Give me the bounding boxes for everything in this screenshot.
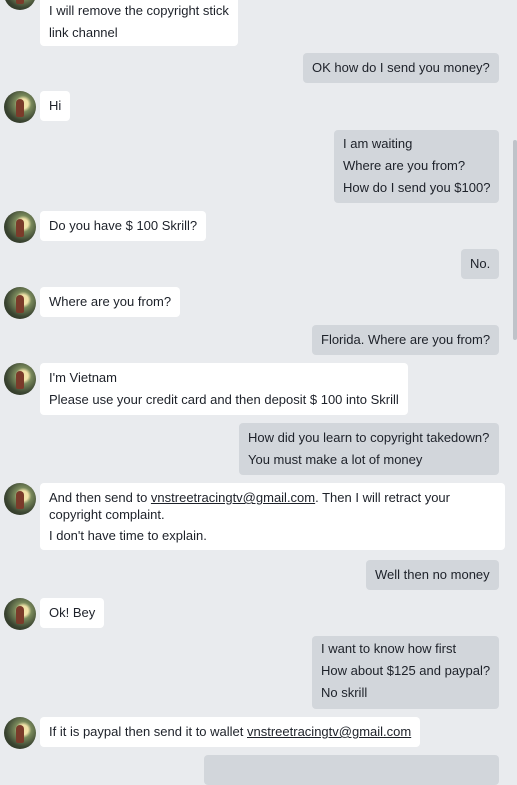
message-text: And then send to vnstreetracingtv@gmail.… — [49, 489, 496, 523]
avatar[interactable] — [4, 717, 36, 749]
message-text: Please use your credit card and then dep… — [49, 392, 399, 407]
message-bubble-outgoing: Well then no money — [366, 560, 499, 590]
message-text: Florida. Where are you from? — [321, 332, 491, 347]
message-text: Do you have $ 100 Skrill? — [49, 218, 198, 233]
message-text: How do I send you $100? — [343, 180, 491, 195]
avatar[interactable] — [4, 483, 36, 515]
message-text: Ok! Bey — [49, 605, 96, 620]
message-bubble-incoming: If it is paypal then send it to wallet v… — [40, 717, 420, 747]
message-text-part: If it is paypal then send it to wallet — [49, 724, 247, 739]
message-text: You must make a lot of money — [248, 452, 423, 467]
message-bubble-incoming: I'm Vietnam Please use your credit card … — [40, 363, 408, 415]
message-text: No skrill — [321, 685, 368, 700]
message-bubble-incoming: Where are you from? — [40, 287, 180, 317]
avatar[interactable] — [4, 287, 36, 319]
message-text: Where are you from? — [343, 158, 466, 173]
message-bubble-outgoing: I want to know how first How about $125 … — [312, 636, 499, 709]
message-text: Where are you from? — [49, 294, 172, 309]
message-bubble-incoming: Do you have $ 100 Skrill? — [40, 211, 206, 241]
message-bubble-outgoing: How did you learn to copyright takedown?… — [239, 423, 499, 475]
message-text: Well then no money — [375, 567, 490, 582]
message-text: OK how do I send you money? — [312, 60, 490, 75]
message-bubble-outgoing: Florida. Where are you from? — [312, 325, 499, 355]
avatar[interactable] — [4, 211, 36, 243]
message-bubble-incoming: Hi — [40, 91, 70, 121]
email-link[interactable]: vnstreetracingtv@gmail.com — [247, 724, 411, 739]
message-bubble-incoming: And then send to vnstreetracingtv@gmail.… — [40, 483, 505, 550]
message-bubble-incoming: Ok! Bey — [40, 598, 104, 628]
avatar[interactable] — [4, 91, 36, 123]
message-text-part: And then send to — [49, 490, 151, 505]
message-bubble-outgoing: I am waiting Where are you from? How do … — [334, 130, 499, 203]
avatar[interactable] — [4, 0, 36, 10]
message-text: I don't have time to explain. — [49, 528, 207, 543]
message-bubble-outgoing: OK how do I send you money? — [303, 53, 499, 83]
message-text: I am waiting — [343, 136, 413, 151]
email-link[interactable]: vnstreetracingtv@gmail.com — [151, 490, 315, 505]
message-text: How about $125 and paypal? — [321, 663, 491, 678]
message-text: link channel — [49, 25, 118, 40]
message-text: I'm Vietnam — [49, 370, 117, 385]
message-text: If it is paypal then send it to wallet v… — [49, 721, 411, 743]
avatar[interactable] — [4, 598, 36, 630]
avatar[interactable] — [4, 363, 36, 395]
message-text: How did you learn to copyright takedown? — [248, 430, 490, 445]
message-bubble-incoming: I will remove the copyright stick link c… — [40, 0, 238, 46]
message-text: No. — [470, 256, 491, 271]
message-bubble-outgoing: No. — [461, 249, 499, 279]
message-text: I will remove the copyright stick — [49, 3, 229, 18]
message-text: I want to know how first — [321, 641, 457, 656]
message-text: Hi — [49, 98, 62, 113]
scrollbar[interactable] — [513, 140, 517, 340]
